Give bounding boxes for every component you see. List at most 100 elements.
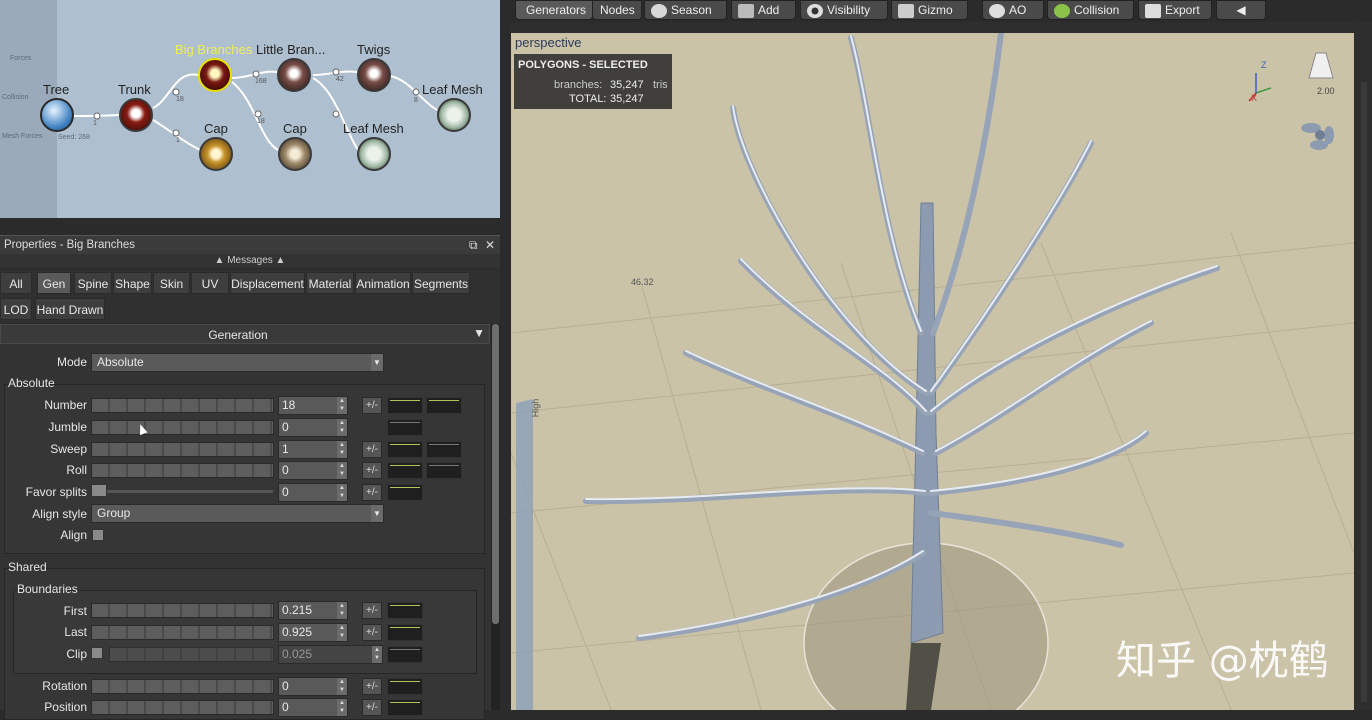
twigs-node[interactable] bbox=[357, 58, 391, 92]
align-checkbox[interactable] bbox=[92, 529, 104, 541]
tab-spine[interactable]: Spine bbox=[74, 272, 112, 294]
node-graph[interactable]: Forces Collision Mesh Forces 1 18 1 168 … bbox=[0, 0, 500, 218]
cap-node[interactable] bbox=[199, 137, 233, 171]
season-button[interactable]: Season bbox=[644, 0, 727, 20]
last-slider[interactable] bbox=[91, 625, 274, 640]
generation-header[interactable]: Generation ▼ bbox=[0, 324, 490, 344]
right-scrollbar[interactable] bbox=[1361, 82, 1367, 702]
leaf-mesh-node[interactable] bbox=[437, 98, 471, 132]
export-button[interactable]: Export bbox=[1138, 0, 1212, 20]
properties-scrollbar[interactable] bbox=[491, 324, 500, 710]
collapse-arrow-icon[interactable]: ▼ bbox=[473, 326, 485, 340]
close-icon[interactable]: ✕ bbox=[485, 238, 495, 252]
spin-arrows-icon[interactable]: ▲ ▼ bbox=[337, 419, 347, 436]
tab-uv[interactable]: UV bbox=[191, 272, 229, 294]
collapse-toolbar-button[interactable]: ◀ bbox=[1216, 0, 1266, 20]
clip-curve[interactable] bbox=[387, 646, 423, 663]
rotation-randomize-button[interactable]: +/- bbox=[362, 678, 382, 695]
generators-button[interactable]: Generators bbox=[515, 0, 593, 20]
first-randomize-button[interactable]: +/- bbox=[362, 602, 382, 619]
scrollbar-thumb[interactable] bbox=[492, 324, 499, 624]
position-input[interactable]: 0 ▲ ▼ bbox=[278, 698, 348, 717]
trunk-node[interactable] bbox=[119, 98, 153, 132]
align-style-dropdown[interactable]: Group ▼ bbox=[91, 504, 384, 523]
favor-splits-track[interactable] bbox=[95, 490, 273, 493]
spin-arrows-icon[interactable]: ▲ ▼ bbox=[337, 397, 347, 414]
tree-node[interactable] bbox=[40, 98, 74, 132]
number-slider[interactable] bbox=[91, 398, 274, 413]
roll-input[interactable]: 0 ▲ ▼ bbox=[278, 461, 348, 480]
position-curve[interactable] bbox=[387, 699, 423, 716]
sweep-randomize-button[interactable]: +/- bbox=[362, 441, 382, 458]
sweep-slider[interactable] bbox=[91, 442, 274, 457]
spin-arrows-icon[interactable]: ▲ ▼ bbox=[337, 602, 347, 619]
number-curve-alt[interactable] bbox=[426, 397, 462, 414]
sweep-curve-alt[interactable] bbox=[426, 441, 462, 458]
cap-node[interactable] bbox=[278, 137, 312, 171]
number-input[interactable]: 18 ▲ ▼ bbox=[278, 396, 348, 415]
last-randomize-button[interactable]: +/- bbox=[362, 624, 382, 641]
rotation-input[interactable]: 0 ▲ ▼ bbox=[278, 677, 348, 696]
roll-slider[interactable] bbox=[91, 463, 274, 478]
wind-icon[interactable] bbox=[1299, 118, 1333, 152]
favor-splits-input[interactable]: 0 ▲ ▼ bbox=[278, 483, 348, 502]
number-curve[interactable] bbox=[387, 397, 423, 414]
nodes-button[interactable]: Nodes bbox=[592, 0, 642, 20]
spin-arrows-icon[interactable]: ▲ ▼ bbox=[337, 678, 347, 695]
roll-curve[interactable] bbox=[387, 462, 423, 479]
tab-lod[interactable]: LOD bbox=[0, 298, 32, 320]
roll-curve-alt[interactable] bbox=[426, 462, 462, 479]
favor-splits-randomize-button[interactable]: +/- bbox=[362, 484, 382, 501]
favor-splits-curve[interactable] bbox=[387, 484, 423, 501]
undock-icon[interactable]: ⧉ bbox=[469, 238, 478, 253]
position-slider[interactable] bbox=[91, 700, 274, 715]
last-curve[interactable] bbox=[387, 624, 423, 641]
spin-arrows-icon[interactable]: ▲ ▼ bbox=[337, 462, 347, 479]
position-randomize-button[interactable]: +/- bbox=[362, 699, 382, 716]
spin-arrows-icon[interactable]: ▲ ▼ bbox=[372, 646, 382, 663]
clip-checkbox[interactable] bbox=[91, 647, 103, 659]
gizmo-button[interactable]: Gizmo bbox=[891, 0, 968, 20]
jumble-input[interactable]: 0 ▲ ▼ bbox=[278, 418, 348, 437]
spin-arrows-icon[interactable]: ▲ ▼ bbox=[337, 624, 347, 641]
first-curve[interactable] bbox=[387, 602, 423, 619]
clip-input[interactable]: 0.025 ▲ ▼ bbox=[278, 645, 383, 664]
sweep-input[interactable]: 1 ▲ ▼ bbox=[278, 440, 348, 459]
favor-splits-thumb[interactable] bbox=[91, 484, 107, 497]
jumble-curve[interactable] bbox=[387, 419, 423, 436]
visibility-button[interactable]: Visibility bbox=[800, 0, 888, 20]
roll-randomize-button[interactable]: +/- bbox=[362, 462, 382, 479]
tab-shape[interactable]: Shape bbox=[113, 272, 152, 294]
jumble-slider[interactable] bbox=[91, 420, 274, 435]
sweep-curve[interactable] bbox=[387, 441, 423, 458]
messages-bar[interactable]: ▲ Messages ▲ bbox=[0, 254, 500, 268]
collision-button[interactable]: Collision bbox=[1047, 0, 1134, 20]
add-button[interactable]: Add bbox=[731, 0, 796, 20]
3d-viewport[interactable]: perspective POLYGONS - SELECTED branches… bbox=[511, 33, 1354, 710]
splitter[interactable] bbox=[0, 218, 500, 235]
spin-arrows-icon[interactable]: ▲ ▼ bbox=[337, 699, 347, 716]
number-randomize-button[interactable]: +/- bbox=[362, 397, 382, 414]
spin-arrows-icon[interactable]: ▲ ▼ bbox=[337, 484, 347, 501]
light-icon[interactable] bbox=[1303, 53, 1331, 81]
tab-gen[interactable]: Gen bbox=[37, 272, 71, 294]
panel-divider[interactable] bbox=[500, 0, 511, 710]
first-input[interactable]: 0.215 ▲ ▼ bbox=[278, 601, 348, 620]
tab-skin[interactable]: Skin bbox=[153, 272, 190, 294]
rotation-slider[interactable] bbox=[91, 679, 274, 694]
tab-displacement[interactable]: Displacement bbox=[230, 272, 305, 294]
rotation-curve[interactable] bbox=[387, 678, 423, 695]
tab-segments[interactable]: Segments bbox=[412, 272, 470, 294]
clip-slider[interactable] bbox=[109, 647, 274, 662]
last-input[interactable]: 0.925 ▲ ▼ bbox=[278, 623, 348, 642]
tab-animation[interactable]: Animation bbox=[355, 272, 411, 294]
little-branches-node[interactable] bbox=[277, 58, 311, 92]
ao-button[interactable]: AO bbox=[982, 0, 1044, 20]
spin-arrows-icon[interactable]: ▲ ▼ bbox=[337, 441, 347, 458]
tab-hand-drawn[interactable]: Hand Drawn bbox=[35, 298, 105, 320]
mode-dropdown[interactable]: Absolute ▼ bbox=[91, 353, 384, 372]
first-slider[interactable] bbox=[91, 603, 274, 618]
leaf-mesh-node[interactable] bbox=[357, 137, 391, 171]
big-branches-node[interactable] bbox=[198, 58, 232, 92]
tab-all[interactable]: All bbox=[0, 272, 32, 294]
